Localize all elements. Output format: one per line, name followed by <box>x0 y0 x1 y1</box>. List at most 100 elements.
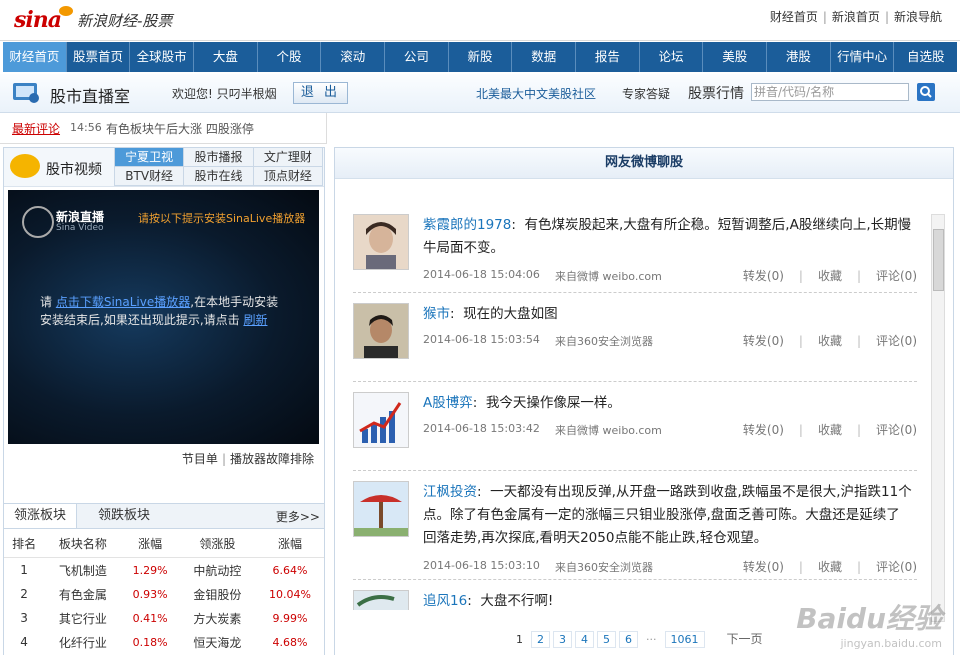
download-player-link[interactable]: 点击下载SinaLive播放器 <box>56 295 190 309</box>
leading-stock[interactable]: 金钼股份 <box>179 582 256 606</box>
favorite-button[interactable]: 收藏 <box>818 423 842 437</box>
avatar[interactable] <box>353 303 409 359</box>
avatar[interactable] <box>353 481 409 537</box>
favorite-button[interactable]: 收藏 <box>818 560 842 574</box>
page-link[interactable]: 4 <box>575 631 594 648</box>
top-link-sina-nav[interactable]: 新浪导航 <box>894 10 942 24</box>
avatar[interactable] <box>353 214 409 270</box>
next-page-link[interactable]: 下一页 <box>722 629 768 648</box>
main-nav: 财经首页 股票首页 全球股市 大盘 个股 滚动 公司 新股 数据 报告 论坛 美… <box>3 42 957 72</box>
post-text: 一天都没有出现反弹,从开盘一路跌到收盘,跌幅虽不是很大,沪指跌11个点。除了有色… <box>423 484 912 546</box>
nav-item-rolling[interactable]: 滚动 <box>321 42 386 72</box>
comment-button[interactable]: 评论(0) <box>876 423 917 437</box>
leading-stock[interactable]: 方大炭素 <box>179 606 256 630</box>
post-username[interactable]: 江枫投资 <box>423 484 477 500</box>
scrollbar-thumb[interactable] <box>933 229 944 291</box>
latest-comment-link[interactable]: 最新评论 <box>12 120 60 137</box>
top-link-finance-home[interactable]: 财经首页 <box>770 10 818 24</box>
post-username[interactable]: A股博弈 <box>423 395 473 411</box>
post-username[interactable]: 猴市 <box>423 306 450 322</box>
nav-item-data[interactable]: 数据 <box>512 42 577 72</box>
nav-item-reports[interactable]: 报告 <box>576 42 640 72</box>
us-stock-community-link[interactable]: 北美最大中文美股社区 <box>476 85 596 102</box>
comment-button[interactable]: 评论(0) <box>876 334 917 348</box>
page-link[interactable]: 2 <box>531 631 550 648</box>
search-button[interactable] <box>917 83 935 101</box>
favorite-button[interactable]: 收藏 <box>818 269 842 283</box>
video-icon <box>10 154 40 178</box>
page-link[interactable]: 5 <box>597 631 616 648</box>
video-player[interactable]: 新浪直播 Sina Video 请按以下提示安装SinaLive播放器 请 点击… <box>8 190 319 444</box>
sector-change: 0.41% <box>132 611 168 625</box>
tab-dingdian-finance[interactable]: 顶点财经 <box>252 166 323 186</box>
post-source: 来自360安全浏览器 <box>555 335 653 348</box>
tab-leading-losers[interactable]: 领跌板块 <box>88 504 160 528</box>
page-link[interactable]: 6 <box>619 631 638 648</box>
post-username[interactable]: 紫霞郎的1978 <box>423 217 511 233</box>
post-time: 2014-06-18 15:03:54 <box>423 333 540 346</box>
sector-name[interactable]: 飞机制造 <box>44 558 121 583</box>
program-schedule-link[interactable]: 节目单 <box>182 452 218 466</box>
nav-item-global-markets[interactable]: 全球股市 <box>130 42 195 72</box>
leading-stock[interactable]: 中航动控 <box>179 558 256 583</box>
avatar[interactable] <box>353 590 409 610</box>
nav-item-watchlist[interactable]: 自选股 <box>894 42 957 72</box>
player-troubleshoot-link[interactable]: 播放器故障排除 <box>230 452 314 466</box>
repost-button[interactable]: 转发(0) <box>743 423 784 437</box>
expert-qa-link[interactable]: 专家答疑 <box>622 85 670 102</box>
sina-logo[interactable]: sina 新浪财经-股票 <box>14 6 172 32</box>
stock-search-input[interactable]: 拼音/代码/名称 <box>751 83 909 101</box>
tab-wenguang-finance[interactable]: 文广理财 <box>252 147 323 167</box>
sector-name[interactable]: 有色金属 <box>44 582 121 606</box>
sector-table: 排名 板块名称 涨幅 领涨股 涨幅 1 飞机制造 1.29% 中航动控 6.64… <box>4 529 324 654</box>
nav-item-forum[interactable]: 论坛 <box>640 42 704 72</box>
leading-stock[interactable]: 恒天海龙 <box>179 630 256 654</box>
site-name: 新浪财经-股票 <box>77 12 173 30</box>
live-room-title: 股市直播室 <box>50 87 131 106</box>
ticker-headline[interactable]: 有色板块午后大涨 四股涨停 <box>106 120 254 137</box>
nav-item-quote-center[interactable]: 行情中心 <box>831 42 895 72</box>
tab-ningxia-tv[interactable]: 宁夏卫视 <box>114 147 185 167</box>
repost-button[interactable]: 转发(0) <box>743 269 784 283</box>
sector-name[interactable]: 化纤行业 <box>44 630 121 654</box>
post-username[interactable]: 追风16 <box>423 593 467 609</box>
comment-button[interactable]: 评论(0) <box>876 560 917 574</box>
page-link-last[interactable]: 1061 <box>664 631 705 648</box>
stock-quote-label: 股票行情 <box>688 86 744 102</box>
nav-item-finance-home[interactable]: 财经首页 <box>3 42 67 72</box>
avatar[interactable] <box>353 392 409 448</box>
tab-leading-gainers[interactable]: 领涨板块 <box>4 504 78 528</box>
nav-item-stocks-home[interactable]: 股票首页 <box>67 42 131 72</box>
comment-button[interactable]: 评论(0) <box>876 269 917 283</box>
tab-market-broadcast[interactable]: 股市播报 <box>183 147 254 167</box>
latest-comment-ticker: 最新评论 14:56 有色板块午后大涨 四股涨停 <box>0 113 327 144</box>
table-header-row: 排名 板块名称 涨幅 领涨股 涨幅 <box>4 529 324 558</box>
nav-item-ipo[interactable]: 新股 <box>449 42 513 72</box>
page-link[interactable]: 3 <box>553 631 572 648</box>
post-actions: 转发(0) | 收藏 | 评论(0) <box>742 423 917 437</box>
nav-item-hk-stocks[interactable]: 港股 <box>767 42 831 72</box>
nav-item-market[interactable]: 大盘 <box>194 42 258 72</box>
more-link[interactable]: 更多>> <box>276 508 320 525</box>
sector-change: 1.29% <box>132 563 168 577</box>
tab-btv-finance[interactable]: BTV财经 <box>114 166 185 186</box>
weibo-panel: 网友微博聊股 紫霞郎的1978: 有色煤炭股起来,大盘有所企稳。短暂调整后,A股… <box>334 147 954 655</box>
sector-ranking: 领涨板块 领跌板块 更多>> 排名 板块名称 涨幅 领涨股 涨幅 1 飞机制造 … <box>4 503 324 654</box>
top-link-sina-home[interactable]: 新浪首页 <box>832 10 880 24</box>
tab-market-online[interactable]: 股市在线 <box>183 166 254 186</box>
nav-item-us-stocks[interactable]: 美股 <box>703 42 768 72</box>
nav-item-company[interactable]: 公司 <box>385 42 449 72</box>
repost-button[interactable]: 转发(0) <box>743 334 784 348</box>
welcome-text: 欢迎您! 只叼半根烟 <box>172 87 277 101</box>
sector-name[interactable]: 其它行业 <box>44 606 121 630</box>
scrollbar[interactable] <box>931 214 945 622</box>
post-content: 紫霞郎的1978: 有色煤炭股起来,大盘有所企稳。短暂调整后,A股继续向上,长期… <box>423 217 912 256</box>
list-item: 紫霞郎的1978: 有色煤炭股起来,大盘有所企稳。短暂调整后,A股继续向上,长期… <box>353 204 917 293</box>
repost-button[interactable]: 转发(0) <box>743 560 784 574</box>
pagination: 1 2 3 4 5 6 ··· 1061 下一页 <box>511 629 771 648</box>
refresh-link[interactable]: 刷新 <box>243 313 267 327</box>
logout-button[interactable]: 退 出 <box>293 82 348 104</box>
baidu-watermark: Baidu经验 jingyan.baidu.com <box>796 597 942 650</box>
favorite-button[interactable]: 收藏 <box>818 334 842 348</box>
nav-item-individual-stocks[interactable]: 个股 <box>258 42 322 72</box>
